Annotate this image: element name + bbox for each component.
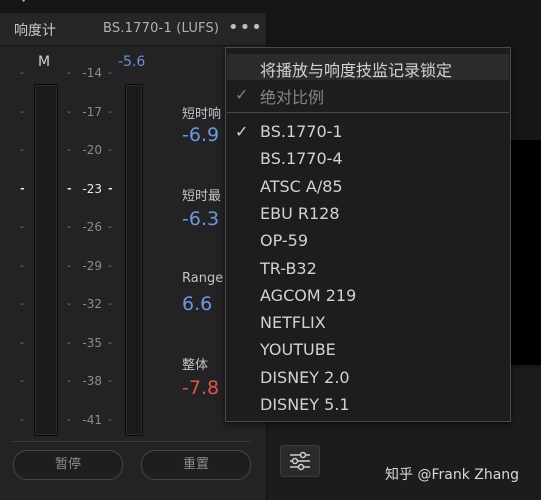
scale-tick: - (20, 104, 24, 118)
menu-item-standard[interactable]: AGCOM 219 (260, 286, 356, 305)
scale-number: -29 (82, 258, 102, 273)
menu-item-standard[interactable]: BS.1770-1 (260, 122, 343, 141)
standard-label: BS.1770-1 (LUFS) (103, 21, 220, 36)
scale-number: -23 (82, 181, 102, 196)
menu-item-standard[interactable]: YOUTUBE (260, 340, 336, 359)
scale-number: -38 (82, 374, 102, 388)
scale-number: -14 (82, 66, 102, 80)
more-options-icon[interactable]: ••• (228, 17, 263, 38)
scale-number: -26 (82, 220, 102, 234)
menu-item-standard[interactable]: DISNEY 2.0 (260, 368, 350, 387)
scale-tick: - (20, 297, 24, 310)
scale-tick: - (108, 143, 112, 156)
top-strip: ✓ (0, 0, 541, 13)
peak-value: -5.6 (118, 54, 146, 70)
scale-tick: - (20, 412, 24, 426)
panel-header: 响度计 BS.1770-1 (LUFS) ••• (0, 13, 266, 46)
menu-item-lock[interactable]: 将播放与响度技监记录锁定 (260, 57, 452, 81)
sliders-icon (290, 451, 310, 471)
momentary-meter-bar (34, 84, 58, 436)
divider (12, 441, 250, 442)
menu-item-standard[interactable]: DISNEY 5.1 (260, 395, 350, 414)
scale-tick: - (108, 181, 113, 195)
check-icon: ✓ (235, 85, 249, 104)
scale-tick: - (108, 297, 112, 310)
scale-number: -17 (82, 104, 102, 119)
options-dropdown-menu: 将播放与响度技监记录锁定 ✓ 绝对比例 BS.1770-1 ✓ BS.1770-4 A… (225, 47, 511, 422)
scale-tick: - (108, 66, 112, 79)
menu-item-standard[interactable]: ATSC A/85 (260, 177, 343, 196)
integrated-value: -7.8 (182, 377, 220, 399)
top-fragment: ✓ (20, 0, 32, 7)
short-term-label: 短时响 (182, 107, 222, 122)
short-term-max-value: -6.3 (182, 208, 220, 230)
scale-tick: - (108, 335, 112, 349)
scale-tick: - (108, 374, 112, 387)
menu-item-standard[interactable]: TR-B32 (260, 259, 317, 278)
menu-item-standard[interactable]: BS.1770-4 (260, 149, 343, 168)
panel-title: 响度计 (14, 23, 56, 39)
watermark: 知乎 @Frank Zhang (385, 467, 520, 483)
channel-label: M (38, 54, 51, 70)
menu-item-standard[interactable]: NETFLIX (260, 313, 326, 332)
menu-item-absolute-scale[interactable]: 绝对比例 (260, 84, 324, 108)
scale-tick: - (20, 181, 25, 195)
menu-item-standard[interactable]: OP-59 (260, 231, 308, 250)
scale-number: -35 (82, 335, 102, 350)
scale-tick: - (20, 66, 24, 79)
scale-tick: - (108, 258, 112, 272)
short-term-meter-bar (125, 84, 143, 436)
scale-tick: - (20, 335, 24, 349)
pause-button[interactable]: 暂停 (13, 450, 123, 480)
menu-item-standard[interactable]: EBU R128 (260, 204, 340, 223)
scale-number: -20 (82, 143, 102, 157)
scale-tick: - (20, 143, 24, 156)
range-value: 6.6 (182, 293, 213, 315)
scale-tick: - (108, 412, 112, 426)
check-icon: ✓ (235, 122, 249, 141)
short-term-value: -6.9 (182, 124, 220, 146)
range-label: Range (182, 271, 224, 286)
scale-tick: - (20, 374, 24, 387)
scale-number: -32 (82, 297, 102, 311)
scale-tick: - (108, 104, 112, 118)
short-term-max-label: 短时最 (182, 189, 222, 204)
scale-tick: - (20, 220, 24, 233)
scale-number: -41 (82, 412, 102, 427)
reset-button[interactable]: 重置 (141, 450, 251, 480)
filter-button[interactable] (280, 445, 320, 477)
scale-tick: - (108, 220, 112, 233)
integrated-label: 整体 (182, 358, 209, 373)
scale-tick: - (20, 258, 24, 272)
menu-separator (227, 112, 509, 113)
